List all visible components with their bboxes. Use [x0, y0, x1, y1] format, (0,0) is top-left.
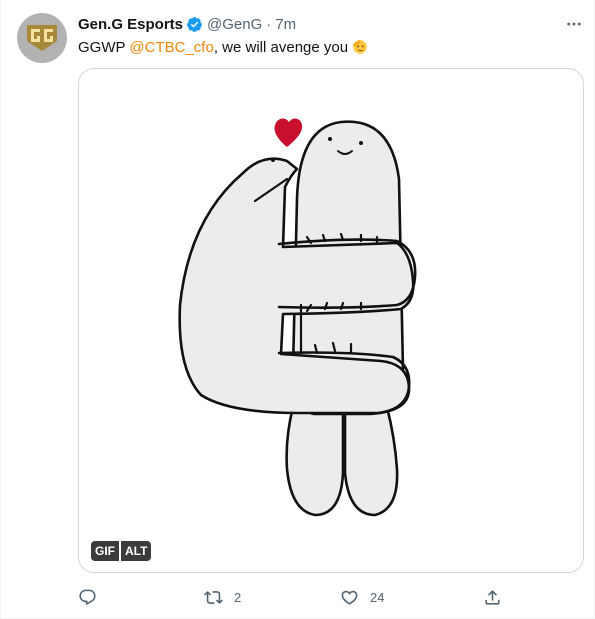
reply-button[interactable] — [78, 585, 108, 609]
tweet-header: Gen.G Esports @GenG · 7m — [78, 14, 296, 34]
mention-link[interactable]: @CTBC_cfo — [129, 39, 213, 56]
back-character-left-eye — [328, 137, 332, 141]
author-name[interactable]: Gen.G Esports — [78, 16, 183, 33]
author-handle[interactable]: @GenG — [207, 16, 262, 33]
like-icon — [341, 590, 358, 605]
like-count: 24 — [370, 589, 385, 605]
right-leg — [343, 405, 399, 517]
media-badges: GIF ALT — [91, 541, 152, 561]
left-leg — [285, 405, 345, 517]
front-character-eye — [271, 158, 275, 162]
more-options-icon[interactable] — [564, 15, 584, 33]
retweet-icon — [204, 590, 223, 604]
retweet-button[interactable]: 2 — [204, 585, 241, 609]
hug-illustration — [178, 118, 417, 517]
alt-text-button[interactable]: ALT — [121, 541, 152, 561]
tweet-timestamp[interactable]: 7m — [275, 16, 296, 33]
share-button[interactable] — [483, 585, 502, 609]
back-character-right-eye — [359, 141, 363, 145]
heart-icon — [274, 118, 303, 147]
gif-media[interactable]: GIF ALT — [78, 68, 584, 573]
avatar[interactable] — [17, 13, 67, 63]
action-bar: 2 24 — [78, 585, 508, 609]
gen-g-logo-icon — [27, 25, 57, 51]
tweet[interactable]: Gen.G Esports @GenG · 7m GGWP @CTBC_cfo,… — [0, 0, 595, 619]
share-icon — [485, 589, 500, 605]
tweet-text-start: GGWP — [78, 39, 130, 56]
gif-badge: GIF — [91, 541, 119, 561]
separator-dot: · — [266, 15, 272, 33]
retweet-count: 2 — [234, 589, 242, 605]
saluting-face-icon — [352, 40, 367, 54]
tweet-text-end: , we will avenge you — [213, 39, 349, 56]
reply-icon — [79, 589, 96, 605]
tweet-text: GGWP @CTBC_cfo, we will avenge you — [78, 37, 369, 58]
verified-badge-icon — [186, 16, 203, 33]
like-button[interactable]: 24 — [340, 585, 384, 609]
